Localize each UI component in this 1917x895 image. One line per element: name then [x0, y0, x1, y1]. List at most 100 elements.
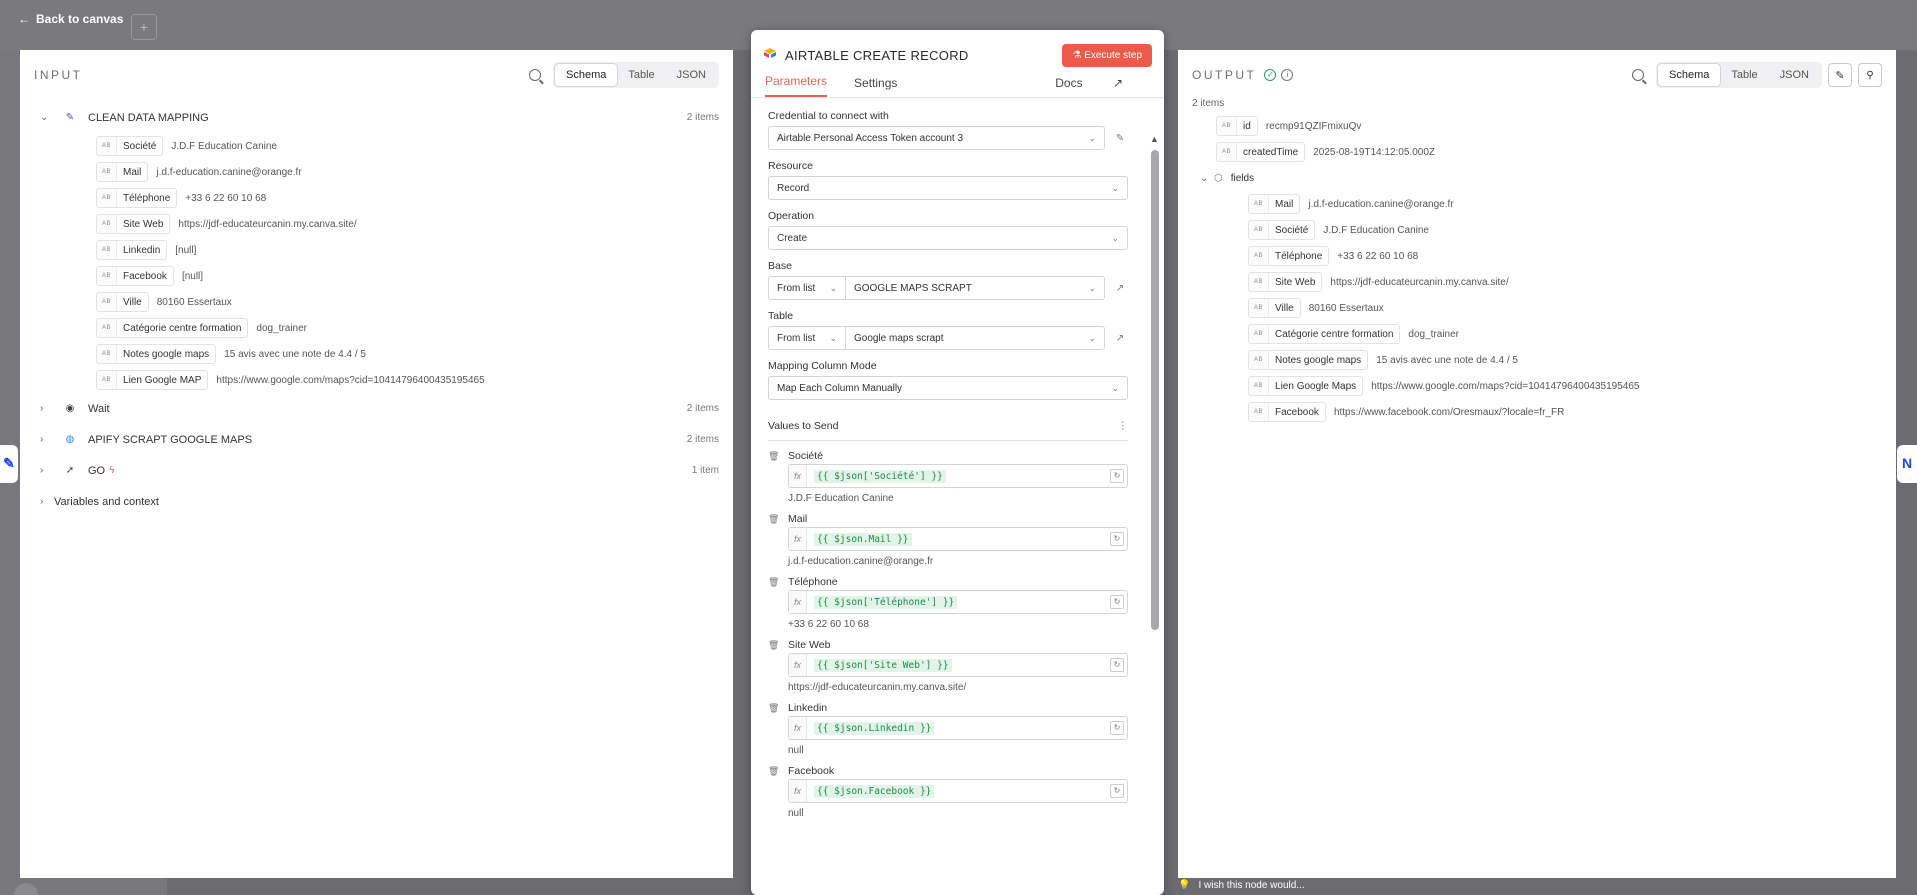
operation-select[interactable]: Create ⌄: [768, 226, 1128, 250]
expression-input[interactable]: fx {{ $json['Téléphone'] }} ↻: [788, 590, 1128, 614]
value-field: 🗑 Mail fx {{ $json.Mail }} ↻ j.d.f-education.…: [768, 513, 1128, 567]
field-key-chip[interactable]: AB id: [1216, 116, 1258, 136]
trash-icon[interactable]: 🗑: [768, 703, 780, 714]
external-link-icon[interactable]: ↗: [1112, 333, 1128, 344]
field-key-chip[interactable]: AB Société: [96, 136, 164, 156]
table-value: Google maps scrapt: [854, 332, 944, 344]
text-type-icon: AB: [1249, 247, 1270, 265]
pin-data-button[interactable]: ⚲: [1858, 63, 1882, 87]
field-value: 80160 Essertaux: [1308, 302, 1384, 314]
field-key-chip[interactable]: AB Facebook: [96, 266, 174, 286]
chevron-right-icon[interactable]: ›: [40, 496, 54, 507]
field-key-chip[interactable]: AB Catégorie centre formation: [1248, 324, 1401, 344]
chevron-down-icon: ⌄: [1111, 182, 1119, 193]
field-key-chip[interactable]: AB Lien Google MAP: [96, 370, 209, 390]
edit-credential-icon[interactable]: ✎: [1112, 133, 1128, 144]
field-key-chip[interactable]: AB Ville: [1248, 298, 1301, 318]
trash-icon[interactable]: 🗑: [768, 451, 780, 462]
prev-node-handle[interactable]: ✎: [0, 445, 18, 483]
trash-icon[interactable]: 🗑: [768, 514, 780, 525]
expand-editor-icon[interactable]: ↻: [1110, 784, 1124, 798]
field-key-chip[interactable]: AB Catégorie centre formation: [96, 318, 249, 338]
field-key-chip[interactable]: AB Société: [1248, 220, 1316, 240]
expression-input[interactable]: fx {{ $json['Site Web'] }} ↻: [788, 653, 1128, 677]
next-node-handle[interactable]: N: [1897, 445, 1917, 483]
info-icon[interactable]: i: [1281, 69, 1294, 81]
trash-icon[interactable]: 🗑: [768, 640, 780, 651]
tree-node-apify[interactable]: › ◍ APIFY SCRAPT GOOGLE MAPS 2 items: [40, 424, 719, 455]
field-key-chip[interactable]: AB Linkedin: [96, 240, 168, 260]
expand-editor-icon[interactable]: ↻: [1110, 532, 1124, 546]
field-key-chip[interactable]: AB Ville: [96, 292, 149, 312]
field-key-chip[interactable]: AB Site Web: [96, 214, 171, 234]
trash-icon[interactable]: 🗑: [768, 577, 780, 588]
tree-node-go[interactable]: › ➚ GO ϟ 1 item: [40, 455, 719, 486]
more-options-icon[interactable]: ⋮: [1118, 420, 1129, 432]
field-row: AB id recmp91QZIFmixuQv: [1216, 113, 1882, 139]
expression-code: {{ $json.Mail }}: [814, 532, 912, 546]
field-key-chip[interactable]: AB Mail: [96, 162, 149, 182]
expand-editor-icon[interactable]: ↻: [1110, 721, 1124, 735]
output-field-list: AB Mail j.d.f-education.canine@orange.fr AB…: [1216, 191, 1882, 425]
chevron-right-icon[interactable]: ›: [40, 465, 54, 476]
field-key-chip[interactable]: AB createdTime: [1216, 142, 1306, 162]
expression-input[interactable]: fx {{ $json.Mail }} ↻: [788, 527, 1128, 551]
mapping-mode-select[interactable]: Map Each Column Manually ⌄: [768, 376, 1128, 400]
tree-node-wait[interactable]: › ◉ Wait 2 items: [40, 393, 719, 424]
chevron-right-icon[interactable]: ›: [40, 403, 54, 414]
chevron-down-icon[interactable]: ⌄: [1200, 173, 1214, 184]
search-icon[interactable]: [529, 69, 541, 81]
expand-editor-icon[interactable]: ↻: [1110, 469, 1124, 483]
value-field-name: Site Web: [788, 639, 831, 651]
execute-step-button[interactable]: ⚗ Execute step: [1062, 43, 1152, 67]
edit-output-button[interactable]: ✎: [1828, 63, 1852, 87]
scroll-up-icon[interactable]: ▲: [1150, 134, 1159, 144]
field-key-chip[interactable]: AB Téléphone: [1248, 246, 1330, 266]
expression-input[interactable]: fx {{ $json.Linkedin }} ↻: [788, 716, 1128, 740]
expand-editor-icon[interactable]: ↻: [1110, 595, 1124, 609]
field-key: Site Web: [123, 218, 164, 230]
expand-editor-icon[interactable]: ↻: [1110, 658, 1124, 672]
input-tab-schema[interactable]: Schema: [555, 64, 618, 86]
search-icon[interactable]: [1632, 69, 1644, 81]
back-to-canvas-link[interactable]: ← Back to canvas: [18, 12, 123, 26]
base-mode-select[interactable]: From list ⌄: [768, 276, 845, 300]
field-key-chip[interactable]: AB Téléphone: [96, 188, 178, 208]
field-key-chip[interactable]: AB Lien Google Maps: [1248, 376, 1364, 396]
output-fields-node[interactable]: ⌄ ⬡ fields: [1200, 165, 1882, 191]
output-tab-json[interactable]: JSON: [1769, 64, 1820, 86]
mapping-mode-value: Map Each Column Manually: [777, 382, 903, 394]
scrollbar-thumb[interactable]: [1151, 150, 1159, 630]
tab-parameters[interactable]: Parameters: [765, 74, 828, 97]
field-key-chip[interactable]: AB Notes google maps: [1248, 350, 1369, 370]
output-tab-table[interactable]: Table: [1720, 64, 1768, 86]
input-tab-json[interactable]: JSON: [666, 64, 717, 86]
expression-input[interactable]: fx {{ $json.Facebook }} ↻: [788, 779, 1128, 803]
table-mode-select[interactable]: From list ⌄: [768, 326, 845, 350]
chevron-down-icon[interactable]: ⌄: [40, 112, 54, 123]
scrollbar[interactable]: ▲ ▼: [1150, 114, 1159, 895]
field-key-chip[interactable]: AB Notes google maps: [96, 344, 217, 364]
docs-link[interactable]: Docs ↗: [1055, 76, 1150, 97]
credential-select[interactable]: Airtable Personal Access Token account 3…: [768, 126, 1105, 150]
tab-settings[interactable]: Settings: [854, 76, 897, 97]
add-node-button[interactable]: +: [131, 14, 157, 40]
resource-select[interactable]: Record ⌄: [768, 176, 1128, 200]
variables-context[interactable]: › Variables and context: [40, 486, 719, 517]
feedback-link[interactable]: 💡 I wish this node would...: [1178, 880, 1305, 891]
chevron-down-icon: ⌄: [1088, 332, 1096, 343]
value-field-name: Mail: [788, 513, 808, 525]
base-select[interactable]: GOOGLE MAPS SCRAPT ⌄: [845, 276, 1105, 300]
external-link-icon[interactable]: ↗: [1112, 283, 1128, 294]
field-key-chip[interactable]: AB Site Web: [1248, 272, 1323, 292]
trash-icon[interactable]: 🗑: [768, 766, 780, 777]
output-tab-schema[interactable]: Schema: [1658, 64, 1721, 86]
field-key-chip[interactable]: AB Mail: [1248, 194, 1301, 214]
field-key-chip[interactable]: AB Facebook: [1248, 402, 1326, 422]
table-select[interactable]: Google maps scrapt ⌄: [845, 326, 1105, 350]
text-type-icon: AB: [1249, 299, 1270, 317]
input-tab-table[interactable]: Table: [617, 64, 665, 86]
tree-node-clean-data-mapping[interactable]: ⌄ ✎ CLEAN DATA MAPPING 2 items: [40, 102, 719, 133]
expression-input[interactable]: fx {{ $json['Société'] }} ↻: [788, 464, 1128, 488]
chevron-right-icon[interactable]: ›: [40, 434, 54, 445]
